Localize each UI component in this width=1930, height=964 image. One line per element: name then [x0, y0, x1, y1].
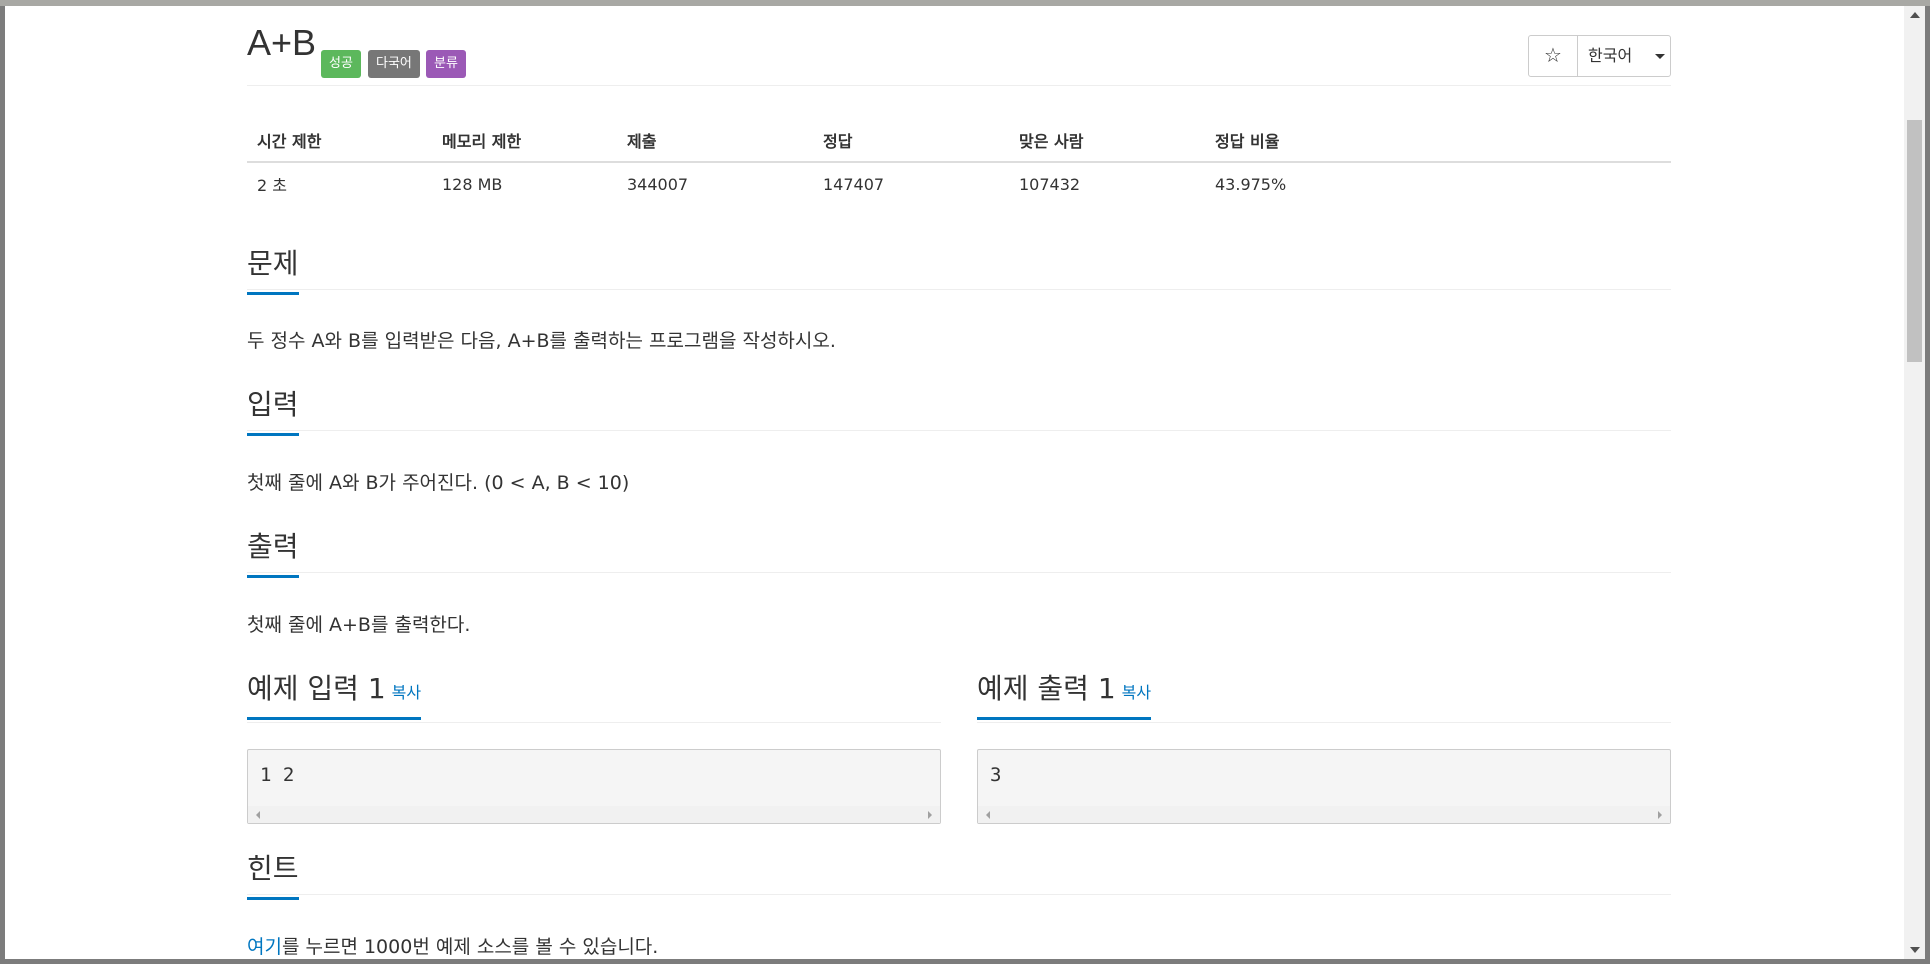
sample-input-section: 예제 입력 1 복사 1 2: [247, 667, 941, 824]
table-row: 2 초 128 MB 344007 147407 107432 43.975%: [247, 162, 1671, 205]
divider: [247, 722, 941, 723]
window-bottom-border: [0, 959, 1930, 964]
section-title-sample-input: 예제 입력 1 복사: [247, 667, 422, 720]
section-title-problem: 문제: [247, 242, 299, 295]
column-header-time-limit: 시간 제한: [247, 119, 432, 163]
sample-output-section: 예제 출력 1 복사 3: [977, 667, 1671, 824]
accepted-value: 147407: [823, 174, 885, 194]
chevron-down-icon: [1655, 54, 1665, 59]
hint-link[interactable]: 여기: [247, 936, 282, 958]
problem-header: A+B 성공 다국어 분류 ☆ 한국어: [242, 22, 1671, 78]
hint-section: 힌트 여기를 누르면 1000번 예제 소스를 볼 수 있습니다.: [247, 847, 1671, 958]
window-right-border: [1925, 6, 1930, 959]
problem-page: A+B 성공 다국어 분류 ☆ 한국어 시간 제한 메모리 제한 제출 정답 맞…: [5, 6, 1904, 959]
sample-output-box: 3: [977, 749, 1671, 824]
column-header-solved-users: 맞은 사람: [1009, 119, 1205, 163]
scrollbar-thumb[interactable]: [1907, 120, 1922, 362]
problem-actions: ☆ 한국어: [1528, 35, 1671, 77]
language-dropdown[interactable]: 한국어: [1578, 36, 1670, 76]
scroll-right-arrow-icon[interactable]: [1658, 811, 1662, 819]
column-header-submissions: 제출: [617, 119, 813, 163]
scroll-left-arrow-icon[interactable]: [256, 811, 260, 819]
problem-title: A+B: [247, 22, 317, 63]
star-button[interactable]: ☆: [1529, 36, 1578, 76]
scroll-right-arrow-icon[interactable]: [928, 811, 932, 819]
column-header-accepted: 정답: [813, 119, 1009, 163]
horizontal-scrollbar[interactable]: [248, 806, 940, 823]
column-header-memory-limit: 메모리 제한: [432, 119, 617, 163]
output-section: 출력 첫째 줄에 A+B를 출력한다.: [247, 525, 1671, 636]
scroll-down-arrow-icon[interactable]: [1910, 947, 1920, 953]
label-category[interactable]: 분류: [426, 50, 466, 78]
sample-output-content: 3: [990, 764, 1002, 786]
problem-description-text: 두 정수 A와 B를 입력받은 다음, A+B를 출력하는 프로그램을 작성하시…: [247, 330, 836, 352]
divider: [977, 722, 1671, 723]
divider: [247, 430, 1671, 431]
section-title-output: 출력: [247, 525, 299, 578]
section-title-input: 입력: [247, 383, 299, 436]
hint-text: 여기를 누르면 1000번 예제 소스를 볼 수 있습니다.: [247, 932, 658, 959]
ratio-value: 43.975%: [1215, 174, 1287, 194]
sample-input-title: 예제 입력 1: [247, 672, 386, 705]
output-description-text: 첫째 줄에 A+B를 출력한다.: [247, 614, 471, 636]
memory-limit-value: 128 MB: [442, 174, 503, 194]
problem-description-section: 문제 두 정수 A와 B를 입력받은 다음, A+B를 출력하는 프로그램을 작…: [247, 242, 1671, 352]
time-limit-value: 2 초: [257, 176, 287, 195]
vertical-scrollbar[interactable]: [1904, 6, 1925, 959]
label-multilang[interactable]: 다국어: [368, 50, 420, 78]
divider: [247, 289, 1671, 290]
sample-output-title: 예제 출력 1: [977, 672, 1116, 705]
star-icon: ☆: [1544, 43, 1562, 67]
divider: [247, 85, 1671, 86]
language-label: 한국어: [1588, 46, 1633, 65]
scroll-up-arrow-icon[interactable]: [1910, 12, 1920, 18]
problem-info-table: 시간 제한 메모리 제한 제출 정답 맞은 사람 정답 비율 2 초 128 M…: [247, 119, 1671, 205]
scroll-left-arrow-icon[interactable]: [986, 811, 990, 819]
copy-sample-input-link[interactable]: 복사: [392, 683, 421, 702]
section-title-hint: 힌트: [247, 847, 299, 900]
copy-sample-output-link[interactable]: 복사: [1122, 683, 1151, 702]
label-success[interactable]: 성공: [321, 50, 361, 78]
table-header-row: 시간 제한 메모리 제한 제출 정답 맞은 사람 정답 비율: [247, 119, 1671, 163]
input-description-text: 첫째 줄에 A와 B가 주어진다. (0 < A, B < 10): [247, 472, 630, 494]
solved-users-value: 107432: [1019, 174, 1081, 194]
submissions-value: 344007: [627, 174, 689, 194]
divider: [247, 894, 1671, 895]
sample-input-content: 1 2: [260, 764, 295, 786]
hint-text-rest: 를 누르면 1000번 예제 소스를 볼 수 있습니다.: [281, 936, 659, 958]
horizontal-scrollbar[interactable]: [978, 806, 1670, 823]
input-section: 입력 첫째 줄에 A와 B가 주어진다. (0 < A, B < 10): [247, 383, 1671, 494]
section-title-sample-output: 예제 출력 1 복사: [977, 667, 1152, 720]
divider: [247, 572, 1671, 573]
column-header-ratio: 정답 비율: [1205, 119, 1671, 163]
sample-input-box: 1 2: [247, 749, 941, 824]
